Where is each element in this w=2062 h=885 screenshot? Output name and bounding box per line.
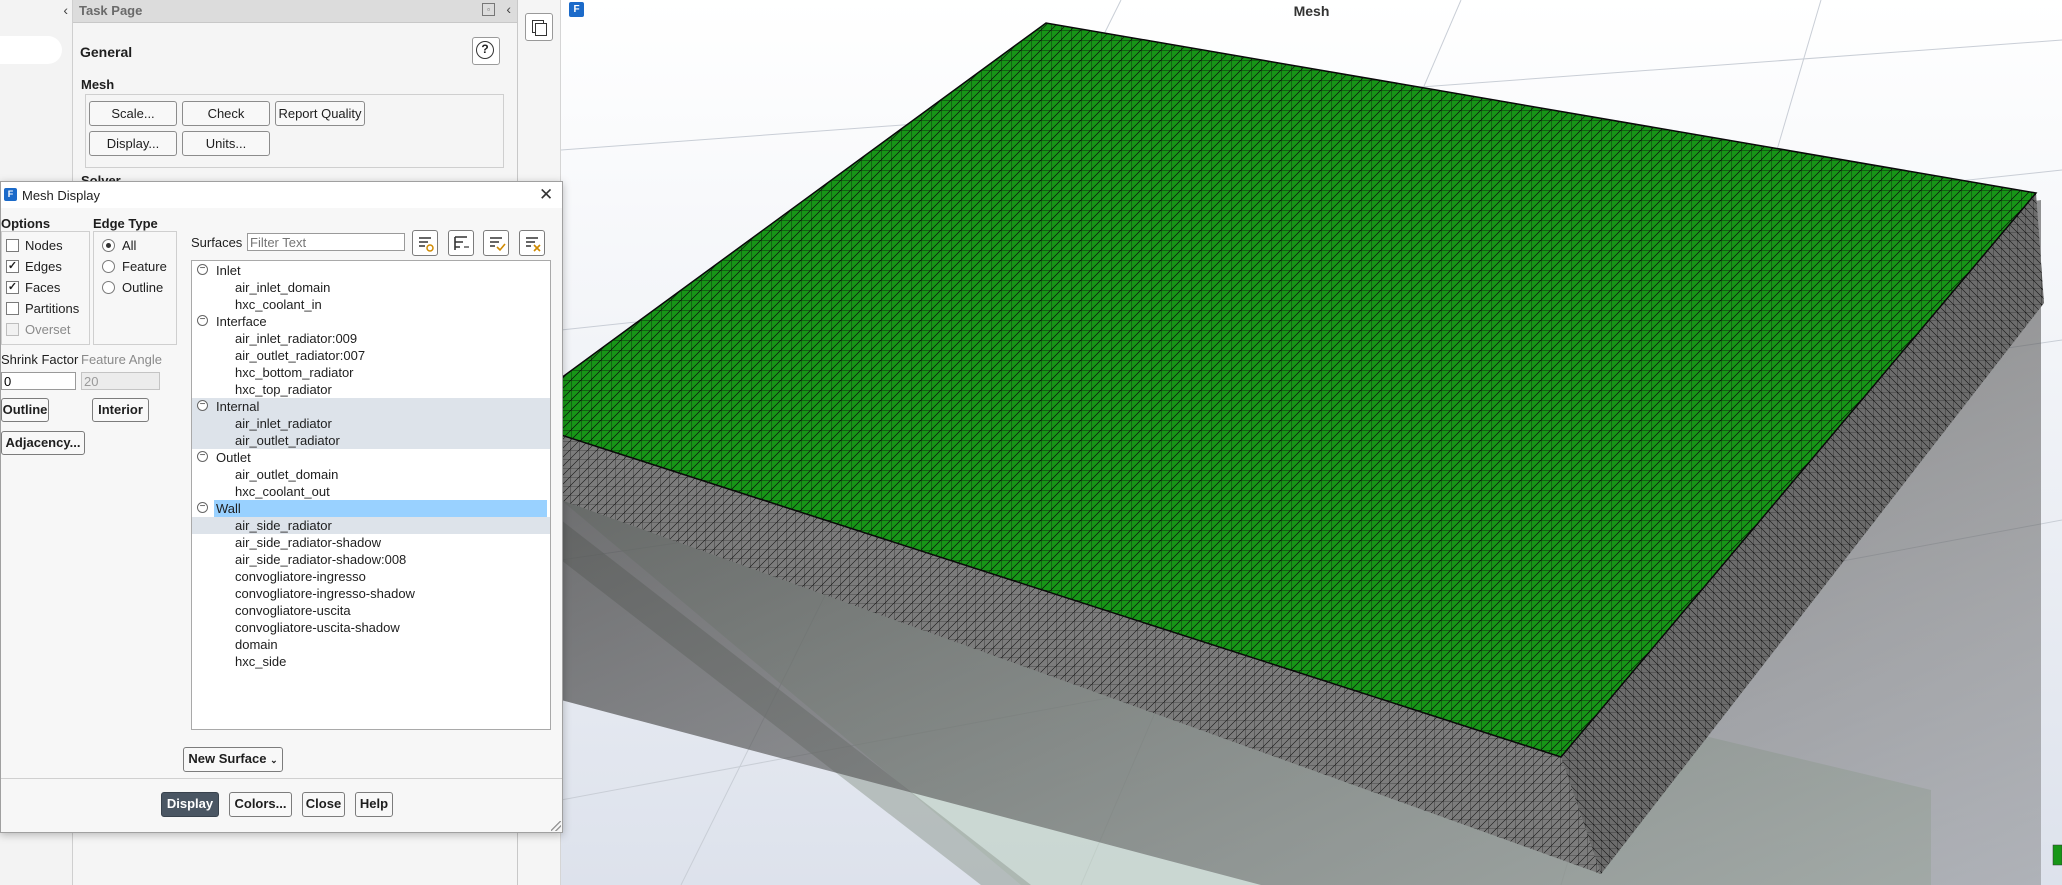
tree-item[interactable]: air_side_radiator xyxy=(192,517,550,534)
surfaces-tree[interactable]: − Inlet air_inlet_domain hxc_coolant_in … xyxy=(191,260,551,730)
faces-label: Faces xyxy=(25,280,61,295)
overset-checkbox xyxy=(6,323,19,336)
graphics-viewport[interactable]: F Mesh xyxy=(561,0,2062,885)
resize-grip-icon[interactable] xyxy=(551,821,561,831)
footer-divider xyxy=(1,778,562,779)
surfaces-filter-input[interactable] xyxy=(247,233,405,251)
tree-item[interactable]: hxc_side xyxy=(192,653,550,670)
surfaces-label: Surfaces xyxy=(191,235,243,250)
new-surface-label: New Surface xyxy=(188,751,267,766)
filter-list-icon[interactable] xyxy=(448,230,474,256)
options-title: Options xyxy=(1,216,51,231)
feature-angle-input xyxy=(81,372,160,390)
scale-button[interactable]: Scale... xyxy=(89,101,177,126)
task-page-header: Task Page ▫ ‹ xyxy=(73,0,517,23)
overset-label: Overset xyxy=(25,322,71,337)
edge-type-all-radio[interactable] xyxy=(102,239,115,252)
tree-item[interactable]: air_inlet_radiator xyxy=(192,415,550,432)
tree-group-inlet[interactable]: − Inlet xyxy=(192,262,550,279)
collapse-icon[interactable]: − xyxy=(197,315,208,326)
shrink-factor-label: Shrink Factor xyxy=(1,352,79,367)
tree-item[interactable]: air_inlet_domain xyxy=(192,279,550,296)
mesh-render xyxy=(561,0,2062,885)
tree-item[interactable]: convogliatore-uscita xyxy=(192,602,550,619)
close-button[interactable]: Close xyxy=(302,792,345,817)
edges-checkbox[interactable]: ✓ xyxy=(6,260,19,273)
tree-item[interactable]: convogliatore-ingresso-shadow xyxy=(192,585,550,602)
interior-button[interactable]: Interior xyxy=(92,398,149,422)
edge-type-title: Edge Type xyxy=(93,216,158,231)
tree-item[interactable]: hxc_coolant_in xyxy=(192,296,550,313)
dialog-title: Mesh Display xyxy=(22,188,101,203)
section-title-general: General xyxy=(80,44,133,60)
tree-item[interactable]: air_inlet_radiator:009 xyxy=(192,330,550,347)
fluent-logo-icon: F xyxy=(4,188,17,201)
mesh-group-title: Mesh xyxy=(81,77,115,92)
new-surface-button[interactable]: New Surface ⌄ xyxy=(183,747,283,772)
check-button[interactable]: Check xyxy=(182,101,270,126)
adjacency-button[interactable]: Adjacency... xyxy=(1,431,85,455)
partitions-label: Partitions xyxy=(25,301,80,316)
outline-search-input[interactable] xyxy=(0,36,62,64)
edge-type-outline-label: Outline xyxy=(122,280,164,295)
collapse-icon[interactable]: − xyxy=(197,400,208,411)
tree-group-internal[interactable]: − Internal xyxy=(192,398,550,415)
tree-item[interactable]: air_side_radiator-shadow:008 xyxy=(192,551,550,568)
colors-button[interactable]: Colors... xyxy=(229,792,292,817)
collapse-icon[interactable]: − xyxy=(197,451,208,462)
outline-button[interactable]: Outline xyxy=(1,398,49,422)
question-mark-icon: ? xyxy=(476,41,494,59)
mesh-fragment xyxy=(2052,844,2062,866)
nodes-checkbox[interactable] xyxy=(6,239,19,252)
edge-type-feature-radio[interactable] xyxy=(102,260,115,273)
tree-item[interactable]: hxc_coolant_out xyxy=(192,483,550,500)
help-button[interactable]: Help xyxy=(355,792,393,817)
tree-item[interactable]: air_outlet_radiator xyxy=(192,432,550,449)
help-button[interactable]: ? xyxy=(472,37,500,65)
edge-type-feature-label: Feature xyxy=(122,259,167,274)
tree-item[interactable]: hxc_bottom_radiator xyxy=(192,364,550,381)
feature-angle-label: Feature Angle xyxy=(81,352,162,367)
faces-checkbox[interactable]: ✓ xyxy=(6,281,19,294)
tree-item[interactable]: domain xyxy=(192,636,550,653)
chevron-down-icon: ⌄ xyxy=(270,755,278,765)
tree-item[interactable]: convogliatore-ingresso xyxy=(192,568,550,585)
shrink-factor-input[interactable] xyxy=(1,372,76,390)
report-quality-button[interactable]: Report Quality xyxy=(275,101,365,126)
nodes-label: Nodes xyxy=(25,238,63,253)
task-page-title: Task Page xyxy=(79,3,143,18)
edge-type-all-label: All xyxy=(122,238,137,253)
select-all-icon[interactable] xyxy=(483,230,509,256)
collapse-icon[interactable]: − xyxy=(197,264,208,275)
tree-item[interactable]: hxc_top_radiator xyxy=(192,381,550,398)
dialog-titlebar[interactable]: F Mesh Display ✕ xyxy=(1,182,562,208)
tree-group-wall[interactable]: − Wall xyxy=(192,500,550,517)
mesh-display-dialog: F Mesh Display ✕ Options Nodes ✓ Edges ✓… xyxy=(0,181,563,833)
tree-item[interactable]: air_outlet_domain xyxy=(192,466,550,483)
edge-type-outline-radio[interactable] xyxy=(102,281,115,294)
units-button[interactable]: Units... xyxy=(182,131,270,156)
collapse-outline-icon[interactable]: ‹ xyxy=(63,2,68,18)
tree-group-outlet[interactable]: − Outlet xyxy=(192,449,550,466)
close-icon[interactable]: ✕ xyxy=(539,185,553,205)
tree-item[interactable]: air_side_radiator-shadow xyxy=(192,534,550,551)
collapse-task-page-icon[interactable]: ‹ xyxy=(506,1,511,17)
display-button[interactable]: Display xyxy=(161,792,219,817)
undock-icon[interactable]: ▫ xyxy=(482,3,495,16)
edges-label: Edges xyxy=(25,259,62,274)
select-by-type-icon[interactable] xyxy=(412,230,438,256)
viewport-title: Mesh xyxy=(1293,3,1330,19)
tree-item[interactable]: air_outlet_radiator:007 xyxy=(192,347,550,364)
collapse-icon[interactable]: − xyxy=(197,502,208,513)
tree-group-interface[interactable]: − Interface xyxy=(192,313,550,330)
partitions-checkbox[interactable] xyxy=(6,302,19,315)
tree-item[interactable]: convogliatore-uscita-shadow xyxy=(192,619,550,636)
copy-window-icon[interactable] xyxy=(525,13,553,41)
display-button[interactable]: Display... xyxy=(89,131,177,156)
deselect-all-icon[interactable] xyxy=(519,230,545,256)
